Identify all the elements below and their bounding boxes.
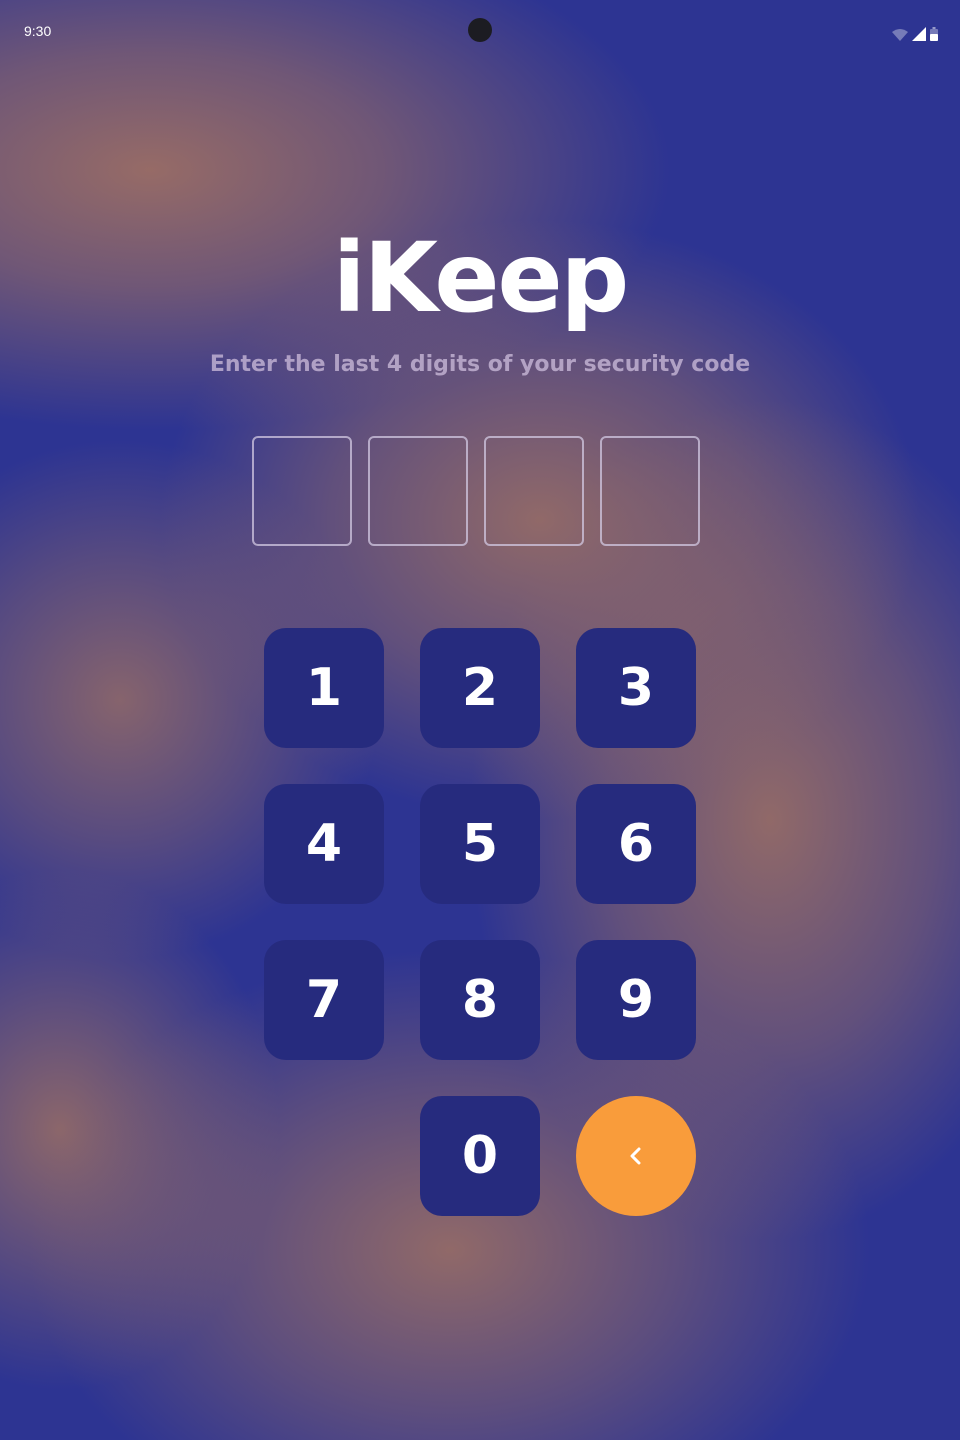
key-0[interactable]: 0 xyxy=(420,1096,540,1216)
status-bar: 9:30 xyxy=(0,0,960,64)
app-title: iKeep xyxy=(332,222,630,334)
key-1[interactable]: 1 xyxy=(264,628,384,748)
instruction-text: Enter the last 4 digits of your security… xyxy=(209,352,751,377)
battery-icon xyxy=(930,27,938,41)
key-8[interactable]: 8 xyxy=(420,940,540,1060)
signal-icon xyxy=(912,27,926,41)
status-icons xyxy=(892,25,938,41)
camera-cutout xyxy=(468,18,492,42)
chevron-left-icon xyxy=(630,1147,641,1165)
wifi-icon xyxy=(892,29,908,41)
code-entry xyxy=(252,436,708,548)
status-time: 9:30 xyxy=(24,23,52,39)
key-2[interactable]: 2 xyxy=(420,628,540,748)
code-digit-box-1[interactable] xyxy=(252,436,352,546)
numeric-keypad: 1 2 3 4 5 6 7 8 9 0 xyxy=(264,628,696,1216)
key-7[interactable]: 7 xyxy=(264,940,384,1060)
key-9[interactable]: 9 xyxy=(576,940,696,1060)
key-5[interactable]: 5 xyxy=(420,784,540,904)
key-3[interactable]: 3 xyxy=(576,628,696,748)
code-digit-box-4[interactable] xyxy=(600,436,700,546)
backspace-button[interactable] xyxy=(576,1096,696,1216)
key-4[interactable]: 4 xyxy=(264,784,384,904)
code-digit-box-2[interactable] xyxy=(368,436,468,546)
code-digit-box-3[interactable] xyxy=(484,436,584,546)
key-6[interactable]: 6 xyxy=(576,784,696,904)
